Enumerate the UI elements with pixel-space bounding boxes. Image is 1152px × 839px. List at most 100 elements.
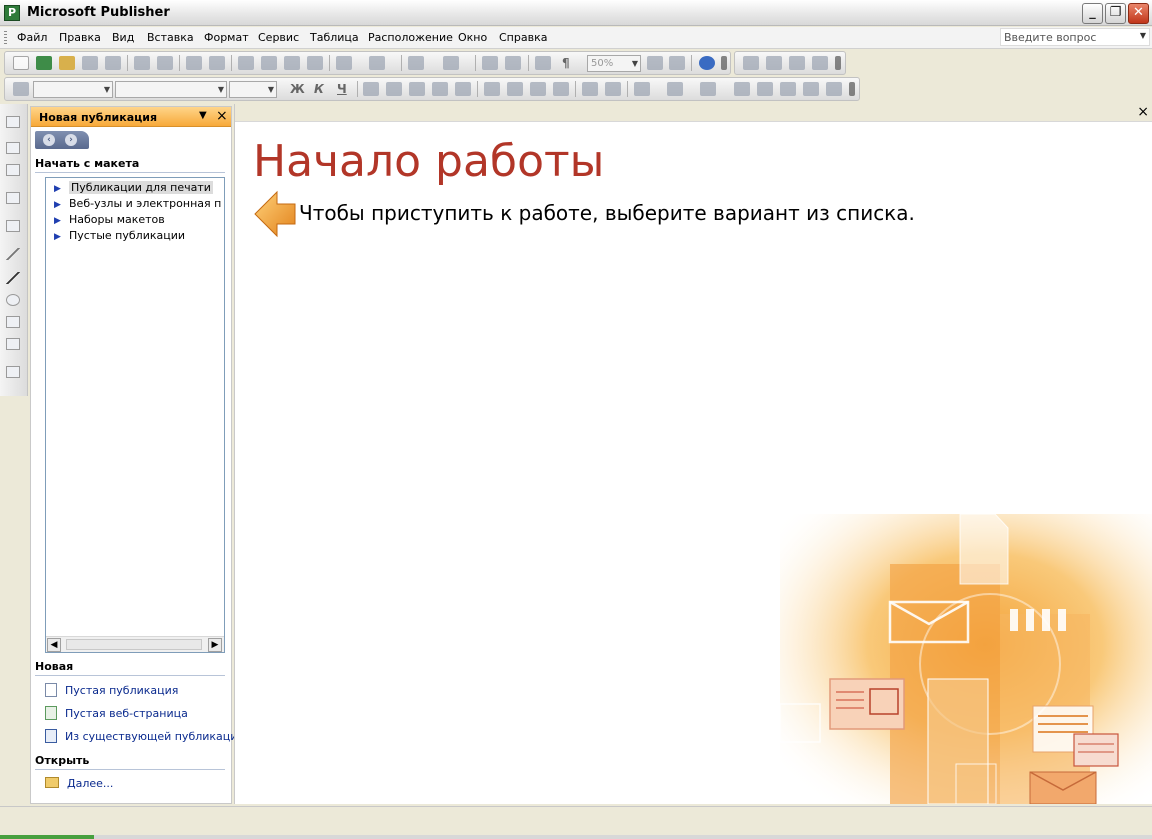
menu-help[interactable]: Справка xyxy=(499,31,547,44)
scroll-right-icon[interactable]: ▶ xyxy=(208,638,222,652)
text-box-icon[interactable] xyxy=(6,142,20,154)
toolbar-options-icon[interactable] xyxy=(835,56,841,70)
decrease-indent-icon[interactable] xyxy=(530,82,546,96)
chevron-down-icon[interactable]: ▼ xyxy=(1140,31,1146,40)
arrow-style-icon[interactable] xyxy=(780,82,796,96)
rotate-icon[interactable] xyxy=(443,56,459,70)
line-color-icon[interactable] xyxy=(667,82,683,96)
design-gallery-icon[interactable] xyxy=(6,366,20,378)
help-icon[interactable] xyxy=(699,56,715,70)
line-icon[interactable] xyxy=(6,248,20,260)
menu-window[interactable]: Окно xyxy=(458,31,487,44)
list-item[interactable]: ▶ Наборы макетов xyxy=(54,213,222,226)
save-icon[interactable] xyxy=(82,56,98,70)
insert-table-icon[interactable] xyxy=(6,164,20,176)
menu-edit[interactable]: Правка xyxy=(59,31,101,44)
group-icon[interactable] xyxy=(482,56,498,70)
print-icon[interactable] xyxy=(134,56,150,70)
menu-file[interactable]: Файл xyxy=(17,31,47,44)
rectangle-icon[interactable] xyxy=(6,316,20,328)
minimize-button[interactable]: _ xyxy=(1082,3,1103,24)
numbering-icon[interactable] xyxy=(484,82,500,96)
blank-publication-link[interactable]: Пустая публикация xyxy=(45,683,178,697)
research-icon[interactable] xyxy=(209,56,225,70)
menu-grip-handle[interactable] xyxy=(4,31,7,45)
pilcrow-icon[interactable]: ¶ xyxy=(562,56,570,70)
autoshapes-icon[interactable] xyxy=(6,338,20,350)
print-preview-icon[interactable] xyxy=(157,56,173,70)
toolbar-options-icon[interactable] xyxy=(721,56,727,70)
spelling-icon[interactable] xyxy=(186,56,202,70)
restore-button[interactable]: ❐ xyxy=(1105,3,1126,24)
align-center-icon[interactable] xyxy=(386,82,402,96)
search-icon[interactable] xyxy=(105,56,121,70)
html-fragment-icon[interactable] xyxy=(812,56,828,70)
design-categories-list[interactable]: ▶ Публикации для печати ▶ Веб-узлы и элект… xyxy=(45,177,225,653)
zoom-out-icon[interactable] xyxy=(647,56,663,70)
menu-arrange[interactable]: Расположение xyxy=(368,31,453,44)
font-color-icon[interactable] xyxy=(700,82,716,96)
close-icon[interactable]: × xyxy=(216,108,228,124)
paste-icon[interactable] xyxy=(284,56,300,70)
list-item[interactable]: ▶ Пустые публикации xyxy=(54,229,222,242)
open-folder-icon[interactable] xyxy=(59,56,75,70)
hot-spot-icon[interactable] xyxy=(766,56,782,70)
list-item[interactable]: ▶ Публикации для печати xyxy=(54,181,222,194)
font-size-select[interactable]: ▼ xyxy=(229,81,277,98)
bullets-icon[interactable] xyxy=(507,82,523,96)
fill-color-icon[interactable] xyxy=(634,82,650,96)
list-item[interactable]: ▶Веб-узлы и электронная почта xyxy=(54,197,222,210)
line-style-icon[interactable] xyxy=(734,82,750,96)
columns-icon[interactable] xyxy=(535,56,551,70)
menu-insert[interactable]: Вставка xyxy=(147,31,194,44)
3d-style-icon[interactable] xyxy=(826,82,842,96)
close-button[interactable]: ✕ xyxy=(1128,3,1149,24)
menu-format[interactable]: Формат xyxy=(204,31,249,44)
wordart-icon[interactable] xyxy=(6,192,20,204)
menu-table[interactable]: Таблица xyxy=(310,31,359,44)
decrease-font-size-icon[interactable] xyxy=(582,82,598,96)
start-button[interactable] xyxy=(0,835,94,839)
chevron-down-icon[interactable]: ▼ xyxy=(199,110,207,121)
style-select[interactable]: ▼ xyxy=(33,81,113,98)
increase-font-size-icon[interactable] xyxy=(605,82,621,96)
arrow-icon[interactable] xyxy=(6,272,20,284)
align-left-icon[interactable] xyxy=(363,82,379,96)
zoom-select[interactable]: 50% ▼ xyxy=(587,55,641,72)
form-control-icon[interactable] xyxy=(789,56,805,70)
justify-icon[interactable] xyxy=(432,82,448,96)
copy-icon[interactable] xyxy=(261,56,277,70)
align-right-icon[interactable] xyxy=(409,82,425,96)
style-icon[interactable] xyxy=(13,82,29,96)
scrollbar-thumb[interactable] xyxy=(66,639,202,650)
toolbar-options-icon[interactable] xyxy=(849,82,855,96)
select-objects-icon[interactable] xyxy=(6,116,20,128)
hyperlink-icon[interactable] xyxy=(743,56,759,70)
close-icon[interactable]: × xyxy=(1137,104,1149,120)
dash-style-icon[interactable] xyxy=(757,82,773,96)
ungroup-icon[interactable] xyxy=(505,56,521,70)
menu-view[interactable]: Вид xyxy=(112,31,134,44)
picture-frame-icon[interactable] xyxy=(6,220,20,232)
blank-web-page-link[interactable]: Пустая веб-страница xyxy=(45,706,188,720)
italic-button[interactable]: К xyxy=(314,82,324,96)
undo-icon[interactable] xyxy=(336,56,352,70)
bring-to-front-icon[interactable] xyxy=(408,56,424,70)
redo-icon[interactable] xyxy=(369,56,385,70)
help-question-input[interactable]: Введите вопрос ▼ xyxy=(1000,28,1150,46)
shadow-style-icon[interactable] xyxy=(803,82,819,96)
scroll-left-icon[interactable]: ◀ xyxy=(47,638,61,652)
menu-tools[interactable]: Сервис xyxy=(258,31,299,44)
format-painter-icon[interactable] xyxy=(307,56,323,70)
from-existing-publication-link[interactable]: Из существующей публикации... xyxy=(45,729,255,743)
horizontal-scrollbar[interactable]: ◀ ▶ xyxy=(46,636,224,652)
publisher-tasks-icon[interactable] xyxy=(36,56,52,70)
back-icon[interactable]: ‹ xyxy=(43,134,55,146)
font-select[interactable]: ▼ xyxy=(115,81,227,98)
increase-indent-icon[interactable] xyxy=(553,82,569,96)
zoom-in-icon[interactable] xyxy=(669,56,685,70)
more-files-link[interactable]: Далее... xyxy=(45,777,113,790)
new-document-icon[interactable] xyxy=(13,56,29,70)
line-spacing-icon[interactable] xyxy=(455,82,471,96)
oval-icon[interactable] xyxy=(6,294,20,306)
